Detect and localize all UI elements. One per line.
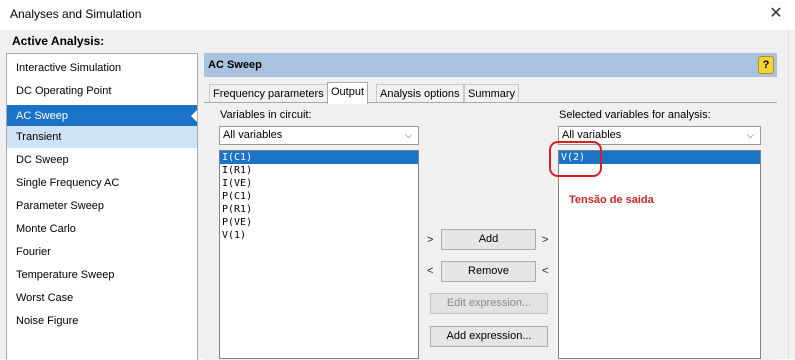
analysis-item-parameter-sweep[interactable]: Parameter Sweep [7, 195, 197, 217]
remove-arrow-right-icon: < [542, 265, 549, 277]
scrollbar[interactable] [788, 30, 795, 359]
close-icon[interactable]: ✕ [767, 4, 785, 24]
selected-filter-value: All variables [562, 129, 622, 141]
section-title: AC Sweep [208, 59, 262, 71]
analysis-item-transient[interactable]: Transient [7, 126, 197, 148]
analysis-item-ac-sweep[interactable]: AC Sweep [7, 105, 197, 127]
chevron-down-icon: ⌵ [405, 130, 412, 140]
selected-variables-list[interactable]: V(2) [558, 150, 761, 359]
tab-output[interactable]: Output [327, 82, 369, 104]
analysis-item-fourier[interactable]: Fourier [7, 241, 197, 263]
active-analysis-label: Active Analysis: [12, 34, 105, 48]
add-arrow-left-icon: > [427, 234, 434, 246]
list-item[interactable]: V(2) [559, 151, 760, 164]
tab-analysis-options[interactable]: Analysis options [376, 84, 464, 103]
list-item[interactable]: I(C1) [220, 151, 418, 164]
add-expression-button[interactable]: Add expression... [430, 326, 548, 347]
circuit-filter-value: All variables [223, 129, 283, 141]
circuit-variables-filter[interactable]: All variables ⌵ [219, 126, 419, 145]
add-arrow-right-icon: > [542, 234, 549, 246]
analysis-item-single-frequency-ac[interactable]: Single Frequency AC [7, 172, 197, 194]
help-icon[interactable]: ? [758, 56, 774, 74]
list-item[interactable]: I(R1) [220, 164, 418, 177]
window-title: Analyses and Simulation [10, 7, 142, 21]
analysis-item-dc-sweep[interactable]: DC Sweep [7, 149, 197, 171]
add-button[interactable]: Add [441, 229, 536, 250]
remove-arrow-left-icon: < [427, 265, 434, 277]
analysis-item-dc-operating-point[interactable]: DC Operating Point [7, 80, 197, 102]
chevron-down-icon: ⌵ [747, 130, 754, 140]
list-item[interactable]: P(VE) [220, 216, 418, 229]
list-item[interactable]: V(1) [220, 229, 418, 242]
analysis-item-interactive-simulation[interactable]: Interactive Simulation [7, 57, 197, 79]
list-item[interactable]: I(VE) [220, 177, 418, 190]
circuit-variables-list[interactable]: I(C1) I(R1) I(VE) P(C1) P(R1) P(VE) V(1) [219, 150, 419, 359]
selected-variables-label: Selected variables for analysis: [559, 109, 711, 121]
annotation-text: Tensão de saida [569, 194, 654, 206]
list-item[interactable]: P(R1) [220, 203, 418, 216]
analysis-list[interactable]: Interactive Simulation DC Operating Poin… [6, 53, 198, 360]
analysis-item-monte-carlo[interactable]: Monte Carlo [7, 218, 197, 240]
analysis-item-label: AC Sweep [16, 110, 68, 122]
tab-frequency-parameters[interactable]: Frequency parameters [209, 84, 328, 103]
analysis-item-temperature-sweep[interactable]: Temperature Sweep [7, 264, 197, 286]
section-header [204, 53, 777, 77]
edit-expression-button[interactable]: Edit expression... [430, 293, 548, 314]
analysis-item-worst-case[interactable]: Worst Case [7, 287, 197, 309]
tab-summary[interactable]: Summary [464, 84, 520, 103]
remove-button[interactable]: Remove [441, 261, 536, 282]
analysis-item-noise-figure[interactable]: Noise Figure [7, 310, 197, 332]
circuit-variables-label: Variables in circuit: [220, 109, 312, 121]
selected-arrow-icon [191, 110, 197, 122]
selected-variables-filter[interactable]: All variables ⌵ [558, 126, 761, 145]
list-item[interactable]: P(C1) [220, 190, 418, 203]
